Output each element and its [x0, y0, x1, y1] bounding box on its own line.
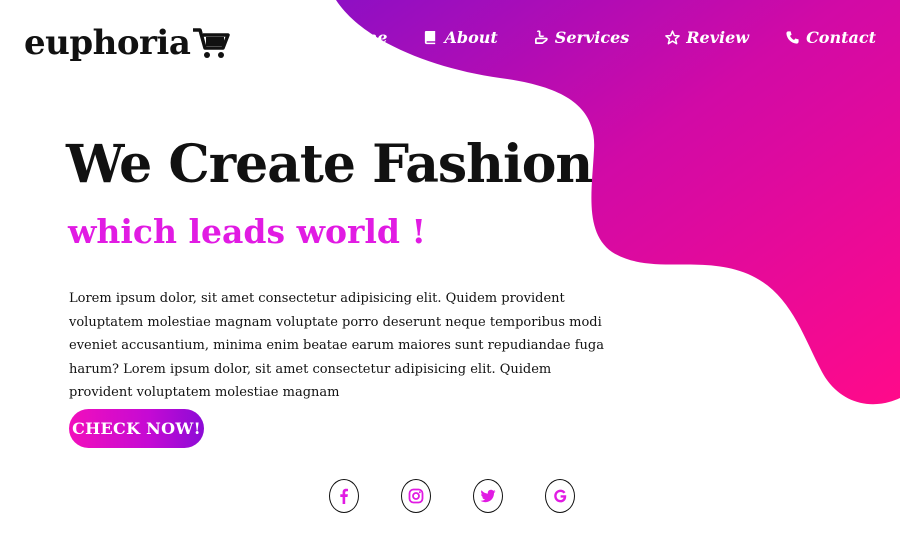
gradient-blob [336, 0, 900, 405]
twitter-link[interactable] [473, 479, 503, 513]
nav-item-review[interactable]: Review [665, 28, 749, 47]
google-icon [554, 489, 567, 503]
nav-item-label: Home [334, 28, 388, 47]
nav-item-contact[interactable]: Contact [785, 28, 876, 47]
hero-description: Lorem ipsum dolor, sit amet consectetur … [69, 291, 605, 400]
nav-item-services[interactable]: Services [534, 28, 629, 47]
nav-item-label: About [444, 28, 498, 47]
facebook-icon [340, 488, 348, 504]
brand-logo[interactable]: euphoria [24, 18, 231, 68]
facebook-link[interactable] [329, 479, 359, 513]
brand-name: euphoria [24, 23, 191, 63]
shopping-cart-icon [193, 28, 231, 58]
social-links [329, 479, 575, 513]
services-icon [534, 30, 548, 44]
nav-item-home[interactable]: Home [314, 28, 388, 47]
main-nav: Home About Services Review Contact [314, 28, 876, 47]
nav-item-label: Services [554, 28, 630, 47]
google-link[interactable] [545, 479, 575, 513]
instagram-link[interactable] [401, 479, 431, 513]
twitter-icon [480, 489, 496, 503]
star-icon [665, 30, 681, 45]
nav-item-label: Contact [806, 28, 876, 47]
hero-subtitle: which leads world ! [68, 212, 426, 251]
phone-icon [786, 31, 799, 44]
book-icon [425, 30, 436, 45]
nav-item-label: Review [686, 28, 750, 47]
instagram-icon [408, 488, 424, 504]
hero-title: We Create Fashion [66, 134, 593, 195]
check-now-button[interactable]: CHECK NOW! [69, 409, 204, 448]
nav-item-about[interactable]: About [423, 28, 498, 47]
home-icon [314, 30, 328, 45]
